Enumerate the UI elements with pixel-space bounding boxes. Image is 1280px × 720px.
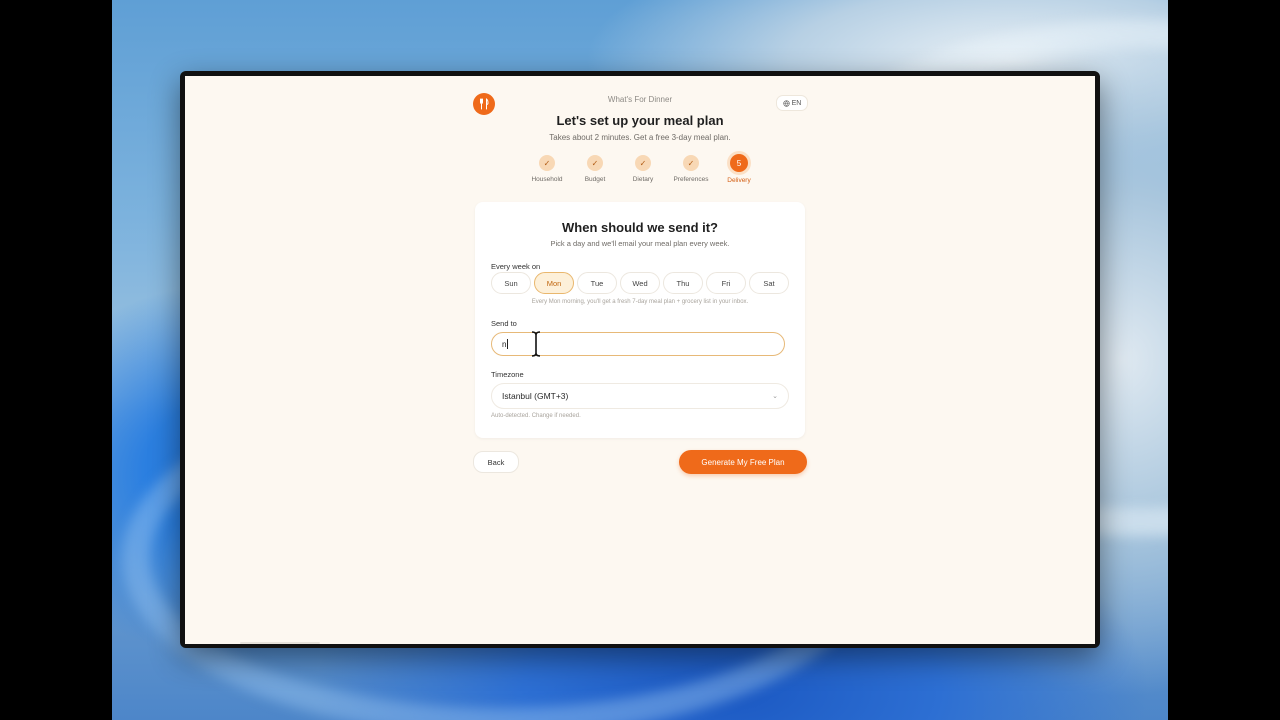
language-switcher[interactable]: EN xyxy=(776,95,808,111)
day-wed[interactable]: Wed xyxy=(620,272,660,294)
globe-icon xyxy=(782,99,790,107)
check-icon: ✓ xyxy=(635,155,651,171)
fork-knife-icon[interactable] xyxy=(473,93,495,115)
day-sat[interactable]: Sat xyxy=(749,272,789,294)
day-fri[interactable]: Fri xyxy=(706,272,746,294)
back-button[interactable]: Back xyxy=(473,451,519,473)
step-label: Delivery xyxy=(727,177,751,184)
timezone-hint: Auto-detected. Change if needed. xyxy=(491,413,581,419)
day-thu[interactable]: Thu xyxy=(663,272,703,294)
check-icon: ✓ xyxy=(683,155,699,171)
text-caret xyxy=(507,339,509,349)
day-picker: Sun Mon Tue Wed Thu Fri Sat xyxy=(491,272,791,294)
step-label: Dietary xyxy=(632,176,654,183)
every-week-label: Every week on xyxy=(491,262,541,271)
delivery-card: When should we send it? Pick a day and w… xyxy=(475,202,805,438)
timezone-value: Istanbul (GMT+3) xyxy=(502,391,569,401)
card-title: When should we send it? xyxy=(562,220,718,235)
step-label: Budget xyxy=(584,176,606,183)
timezone-label: Timezone xyxy=(491,370,524,379)
send-to-label: Send to xyxy=(491,319,517,328)
step-number: 5 xyxy=(730,154,748,172)
timezone-select[interactable]: Istanbul (GMT+3) ⌄ xyxy=(491,383,789,409)
page-title: Let's set up your meal plan xyxy=(556,113,724,128)
check-icon: ✓ xyxy=(539,155,555,171)
page-subtitle: Takes about 2 minutes. Get a free 3-day … xyxy=(549,133,731,142)
day-tue[interactable]: Tue xyxy=(577,272,617,294)
text-cursor-icon xyxy=(531,331,541,357)
step-delivery[interactable]: 5 Delivery xyxy=(709,154,769,184)
card-subtitle: Pick a day and we'll email your meal pla… xyxy=(550,239,730,248)
language-label: EN xyxy=(791,99,802,107)
day-hint: Every Mon morning, you'll get a fresh 7-… xyxy=(531,299,749,305)
app-name: What's For Dinner xyxy=(607,95,673,104)
step-label: Preferences xyxy=(673,176,709,183)
monitor-frame: What's For Dinner EN Let's set up your m… xyxy=(180,71,1100,648)
email-value: n xyxy=(502,339,507,349)
step-label: Household xyxy=(531,176,563,183)
browser-viewport: What's For Dinner EN Let's set up your m… xyxy=(185,76,1095,644)
chevron-down-icon: ⌄ xyxy=(772,393,778,400)
day-sun[interactable]: Sun xyxy=(491,272,531,294)
generate-plan-button[interactable]: Generate My Free Plan xyxy=(679,450,807,474)
check-icon: ✓ xyxy=(587,155,603,171)
horizontal-scrollbar[interactable] xyxy=(240,642,320,644)
day-mon[interactable]: Mon xyxy=(534,272,574,294)
progress-stepper: ✓ Household ✓ Budget ✓ Dietary ✓ Prefere… xyxy=(517,154,769,185)
